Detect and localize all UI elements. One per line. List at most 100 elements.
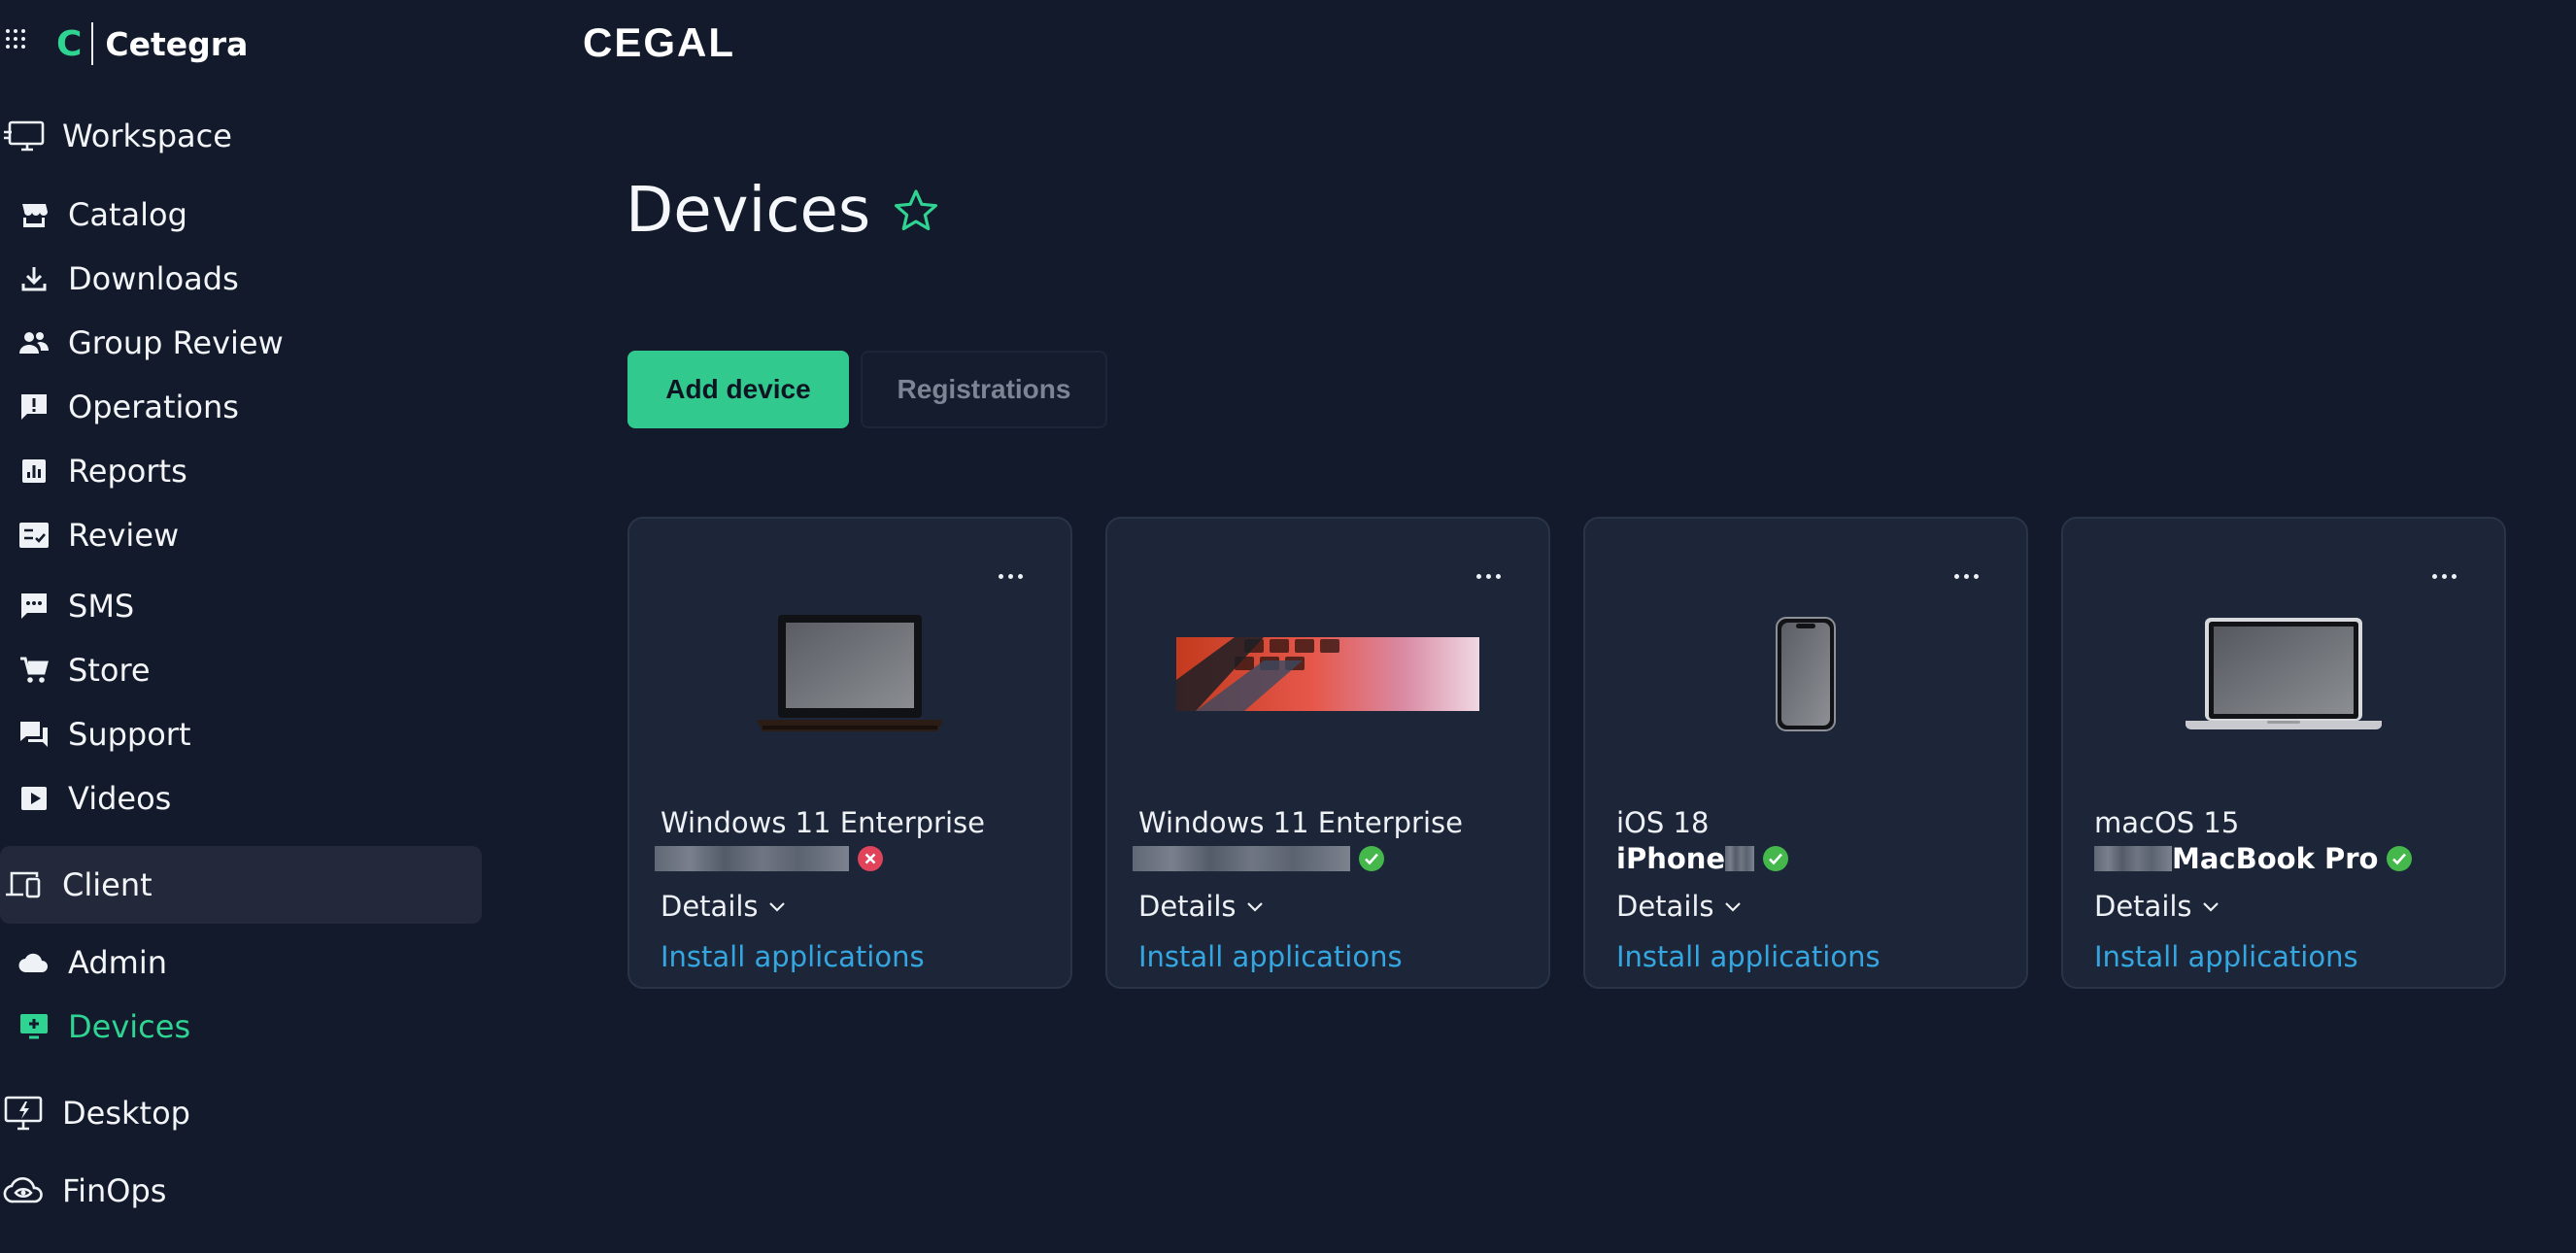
sidebar-item-label: Review bbox=[68, 517, 180, 554]
forum-icon bbox=[17, 718, 51, 751]
brand-name: Cetegra bbox=[105, 24, 249, 63]
chevron-down-icon bbox=[1722, 896, 1744, 917]
brand-divider bbox=[91, 22, 94, 65]
device-name-text: MacBook Pro bbox=[2172, 842, 2379, 875]
device-os: Windows 11 Enterprise bbox=[1138, 806, 1463, 839]
nav-section-desktop[interactable]: Desktop bbox=[0, 1074, 482, 1152]
sidebar-item-store[interactable]: Store bbox=[17, 641, 474, 699]
chat-icon bbox=[17, 590, 51, 623]
redacted-text bbox=[655, 846, 849, 871]
shopping-cart-icon bbox=[17, 654, 51, 687]
nav-section-client[interactable]: Client bbox=[0, 846, 482, 924]
workspace-monitor-icon bbox=[2, 117, 47, 155]
company-logo: CEGAL bbox=[583, 16, 735, 70]
sidebar-item-review[interactable]: Review bbox=[17, 506, 474, 564]
install-applications-link[interactable]: Install applications bbox=[661, 940, 925, 973]
device-image bbox=[1585, 596, 2026, 752]
redacted-text bbox=[1725, 846, 1755, 871]
more-options-icon[interactable] bbox=[991, 561, 1030, 591]
details-label: Details bbox=[661, 890, 759, 923]
sidebar-item-videos[interactable]: Videos bbox=[17, 769, 474, 828]
brand-letter: C bbox=[56, 23, 83, 64]
sidebar-item-sms[interactable]: SMS bbox=[17, 577, 474, 635]
sidebar-item-label: Admin bbox=[68, 944, 167, 981]
brand-logo[interactable]: C Cetegra bbox=[56, 19, 248, 68]
sidebar-item-label: Videos bbox=[68, 780, 172, 817]
nav-section-label: Desktop bbox=[62, 1095, 190, 1132]
page-title: Devices bbox=[626, 175, 871, 247]
sidebar-item-group-review[interactable]: Group Review bbox=[17, 314, 474, 372]
alert-message-icon bbox=[17, 390, 51, 423]
device-name bbox=[1133, 841, 1385, 876]
details-toggle[interactable]: Details bbox=[2094, 890, 2221, 923]
details-toggle[interactable]: Details bbox=[1138, 890, 1266, 923]
install-applications-link[interactable]: Install applications bbox=[1138, 940, 1403, 973]
sidebar: C Cetegra Workspace Catalog Downloads Gr… bbox=[0, 0, 486, 1253]
details-label: Details bbox=[1138, 890, 1237, 923]
report-chart-icon bbox=[17, 455, 51, 488]
device-manage-icon bbox=[17, 1010, 51, 1043]
device-name: iPhone bbox=[1616, 841, 1789, 876]
play-video-icon bbox=[17, 782, 51, 815]
checklist-icon bbox=[17, 519, 51, 552]
error-status-icon bbox=[857, 845, 884, 872]
sidebar-item-support[interactable]: Support bbox=[17, 705, 474, 763]
details-label: Details bbox=[1616, 890, 1714, 923]
page-header: Devices bbox=[626, 175, 940, 247]
device-card: macOS 15 MacBook Pro Details Install app… bbox=[2061, 517, 2506, 989]
install-applications-link[interactable]: Install applications bbox=[2094, 940, 2358, 973]
sidebar-item-devices[interactable]: Devices bbox=[17, 998, 474, 1056]
ok-status-icon bbox=[2386, 845, 2413, 872]
more-options-icon[interactable] bbox=[2424, 561, 2463, 591]
sidebar-item-label: Downloads bbox=[68, 260, 239, 297]
nav-section-label: FinOps bbox=[62, 1172, 167, 1209]
device-name: MacBook Pro bbox=[2094, 841, 2413, 876]
sidebar-item-downloads[interactable]: Downloads bbox=[17, 250, 474, 308]
more-options-icon[interactable] bbox=[1469, 561, 1508, 591]
details-toggle[interactable]: Details bbox=[1616, 890, 1744, 923]
device-os: Windows 11 Enterprise bbox=[661, 806, 985, 839]
devices-icon bbox=[2, 865, 47, 904]
nav-section-label: Client bbox=[62, 866, 153, 903]
ok-status-icon bbox=[1762, 845, 1789, 872]
install-applications-link[interactable]: Install applications bbox=[1616, 940, 1881, 973]
device-image bbox=[1107, 596, 1548, 752]
sidebar-item-label: Reports bbox=[68, 453, 187, 490]
device-os: macOS 15 bbox=[2094, 806, 2240, 839]
sidebar-item-catalog[interactable]: Catalog bbox=[17, 186, 474, 244]
desktop-bolt-icon bbox=[2, 1094, 47, 1133]
redacted-text bbox=[2094, 846, 2172, 871]
add-device-button[interactable]: Add device bbox=[627, 351, 849, 428]
nav-section-label: Workspace bbox=[62, 118, 232, 154]
sidebar-item-label: SMS bbox=[68, 588, 135, 625]
apps-grid-icon[interactable] bbox=[4, 27, 27, 51]
cloud-eye-icon bbox=[2, 1171, 47, 1210]
sidebar-item-label: Store bbox=[68, 652, 151, 689]
device-image bbox=[2063, 596, 2504, 752]
sidebar-item-label: Catalog bbox=[68, 196, 187, 233]
more-options-icon[interactable] bbox=[1947, 561, 1985, 591]
sidebar-item-label: Support bbox=[68, 716, 191, 753]
details-toggle[interactable]: Details bbox=[661, 890, 788, 923]
device-os: iOS 18 bbox=[1616, 806, 1710, 839]
device-card: Windows 11 Enterprise Details Install ap… bbox=[1105, 517, 1550, 989]
sidebar-item-reports[interactable]: Reports bbox=[17, 442, 474, 500]
company-logo-text: CEGAL bbox=[583, 19, 735, 65]
ok-status-icon bbox=[1358, 845, 1385, 872]
registrations-button[interactable]: Registrations bbox=[861, 351, 1107, 428]
sidebar-item-operations[interactable]: Operations bbox=[17, 378, 474, 436]
download-icon bbox=[17, 262, 51, 295]
redacted-text bbox=[1133, 846, 1350, 871]
details-label: Details bbox=[2094, 890, 2192, 923]
chevron-down-icon bbox=[1244, 896, 1266, 917]
chevron-down-icon bbox=[766, 896, 788, 917]
sidebar-item-label: Devices bbox=[68, 1008, 191, 1045]
sidebar-item-admin[interactable]: Admin bbox=[17, 933, 474, 992]
device-name-text: iPhone bbox=[1616, 842, 1726, 875]
chevron-down-icon bbox=[2200, 896, 2221, 917]
cloud-icon bbox=[17, 946, 51, 979]
favorite-star-icon[interactable] bbox=[892, 186, 940, 235]
store-front-icon bbox=[17, 198, 51, 231]
nav-section-workspace[interactable]: Workspace bbox=[0, 97, 482, 175]
nav-section-finops[interactable]: FinOps bbox=[0, 1152, 482, 1230]
